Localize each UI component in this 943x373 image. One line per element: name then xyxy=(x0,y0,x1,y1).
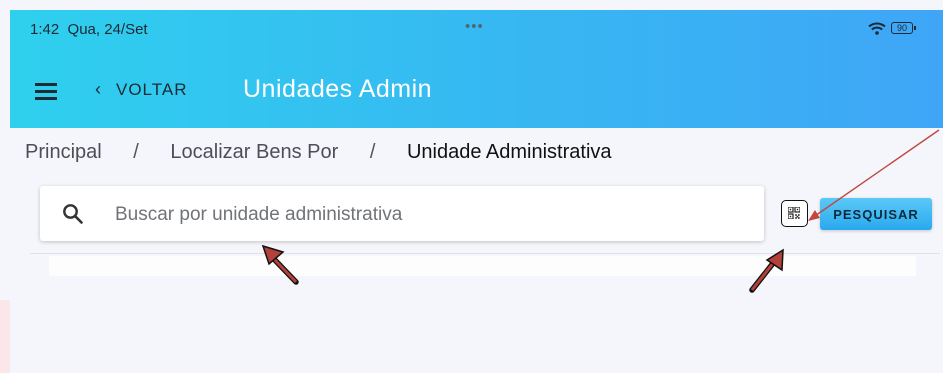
edge-strip xyxy=(0,300,10,373)
search-icon xyxy=(62,203,83,229)
status-clock: 1:42 xyxy=(30,21,60,38)
breadcrumb: Principal / Localizar Bens Por / Unidade… xyxy=(25,141,612,167)
back-label: VOLTAR xyxy=(116,80,188,99)
annotation-arrowhead-thin xyxy=(808,210,820,221)
results-list xyxy=(49,256,916,276)
status-dots: ••• xyxy=(465,18,484,35)
page-title: Unidades Admin xyxy=(243,75,433,103)
app-bar: 1:42 Qua, 24/Set ••• 90 ‹ VOLTAR Unidades… xyxy=(10,10,943,128)
divider xyxy=(30,253,940,254)
search-button[interactable]: PESQUISAR xyxy=(820,198,932,230)
status-time: 1:42 Qua, 24/Set xyxy=(30,21,148,38)
chevron-left-icon: ‹ xyxy=(95,79,102,99)
search-input[interactable] xyxy=(113,199,737,231)
breadcrumb-item-principal[interactable]: Principal xyxy=(25,141,102,163)
menu-icon[interactable] xyxy=(35,83,57,100)
wifi-icon xyxy=(868,22,886,40)
breadcrumb-separator: / xyxy=(133,141,139,164)
status-bar: 1:42 Qua, 24/Set ••• 90 xyxy=(10,10,943,48)
breadcrumb-item-localizar-bens[interactable]: Localizar Bens Por xyxy=(170,141,338,163)
search-bar xyxy=(40,186,764,241)
battery-icon: 90 xyxy=(891,22,913,34)
breadcrumb-item-current: Unidade Administrativa xyxy=(406,141,612,164)
qr-code-icon xyxy=(788,207,800,219)
qr-scan-button[interactable] xyxy=(781,200,808,227)
back-button[interactable]: ‹ VOLTAR xyxy=(95,79,188,103)
battery-tip xyxy=(914,26,916,30)
status-date: Qua, 24/Set xyxy=(67,21,148,38)
breadcrumb-separator: / xyxy=(369,141,376,164)
